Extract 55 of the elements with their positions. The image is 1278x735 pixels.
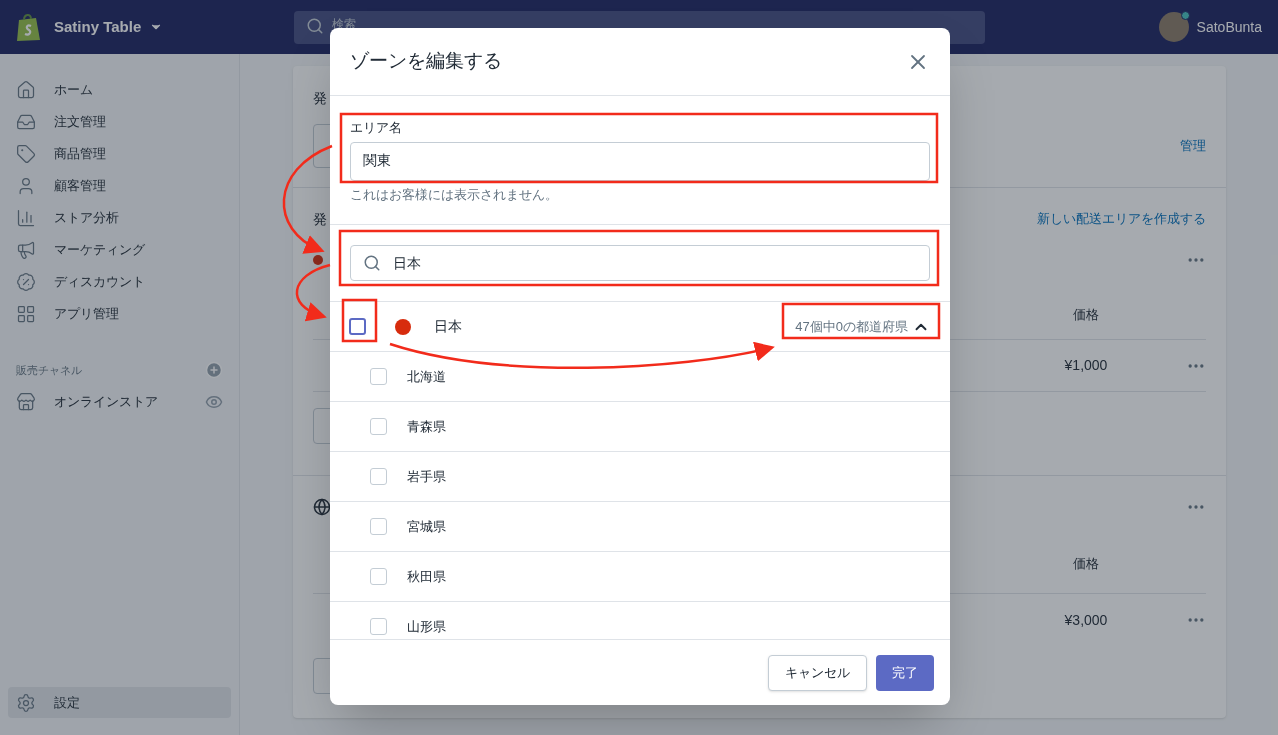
expand-toggle[interactable]: 47個中0の都道府県 [795,316,930,337]
price-cell-text: ¥3,000 [1063,610,1109,630]
region-name: 宮城県 [407,517,446,536]
tag-icon [16,144,36,164]
shopping-bag-logo-icon [16,12,42,42]
search-icon [363,254,381,272]
home-icon [16,80,36,100]
store-icon [16,392,36,412]
nav-item[interactable]: ホーム [8,74,231,106]
bar-chart-icon [16,208,36,228]
country-name: 日本 [434,317,462,336]
section-title: 発 [313,90,327,106]
cancel-button[interactable]: キャンセル [768,654,867,691]
region-name: 北海道 [407,367,446,386]
area-name-field[interactable]: 関東 [350,141,930,181]
column-header: 価格 [1072,554,1100,573]
globe-icon [313,498,331,516]
nav-item[interactable]: 注文管理 [8,106,231,138]
create-zone-link[interactable]: 新しい配送エリアを作成する [1037,209,1206,229]
nav-item[interactable]: 設定 [8,687,231,718]
annotation-arrow [295,263,331,321]
grid-icon [16,304,36,324]
region-name: 秋田県 [407,567,446,586]
percent-badge-icon [16,272,36,292]
modal-title: ゾーンを編集する [350,49,502,74]
search-icon [306,16,324,35]
megaphone-icon [16,240,36,260]
nav-item[interactable]: ストア分析 [8,202,231,234]
help-text: これはお客様には表示されません。 [350,185,559,204]
region-name: 山形県 [407,617,446,636]
eye-icon[interactable] [205,393,223,411]
checkbox[interactable] [349,318,366,335]
search-field[interactable]: 日本 [350,245,930,281]
user-name: SatoBunta [1196,17,1262,37]
region-name: 青森県 [407,417,446,436]
nav-item[interactable]: オンラインストア [16,392,158,412]
nav-item[interactable]: 顧客管理 [8,170,231,202]
annotation-frame [341,298,378,343]
store-switcher[interactable]: Satiny Table [54,15,164,39]
nav-item[interactable]: アプリ管理 [8,298,231,330]
avatar[interactable] [1158,12,1189,42]
manage-link[interactable]: 管理 [1180,136,1206,156]
settings-icon [16,692,36,713]
nav-item[interactable]: ディスカウント [8,266,231,298]
region-name: 岩手県 [407,467,446,486]
nav-item[interactable]: マーケティング [8,234,231,266]
price-cell-text: ¥1,000 [1063,356,1109,375]
section-heading: 販売チャネル [16,362,82,378]
column-header: 価格 [1072,305,1100,324]
inbox-icon [16,112,36,132]
nav-item[interactable]: 商品管理 [8,138,231,170]
section-title: 発 [313,209,327,229]
add-circle-icon[interactable] [205,361,223,379]
done-button[interactable]: 完了 [876,654,934,691]
field-label: エリア名 [350,119,403,137]
